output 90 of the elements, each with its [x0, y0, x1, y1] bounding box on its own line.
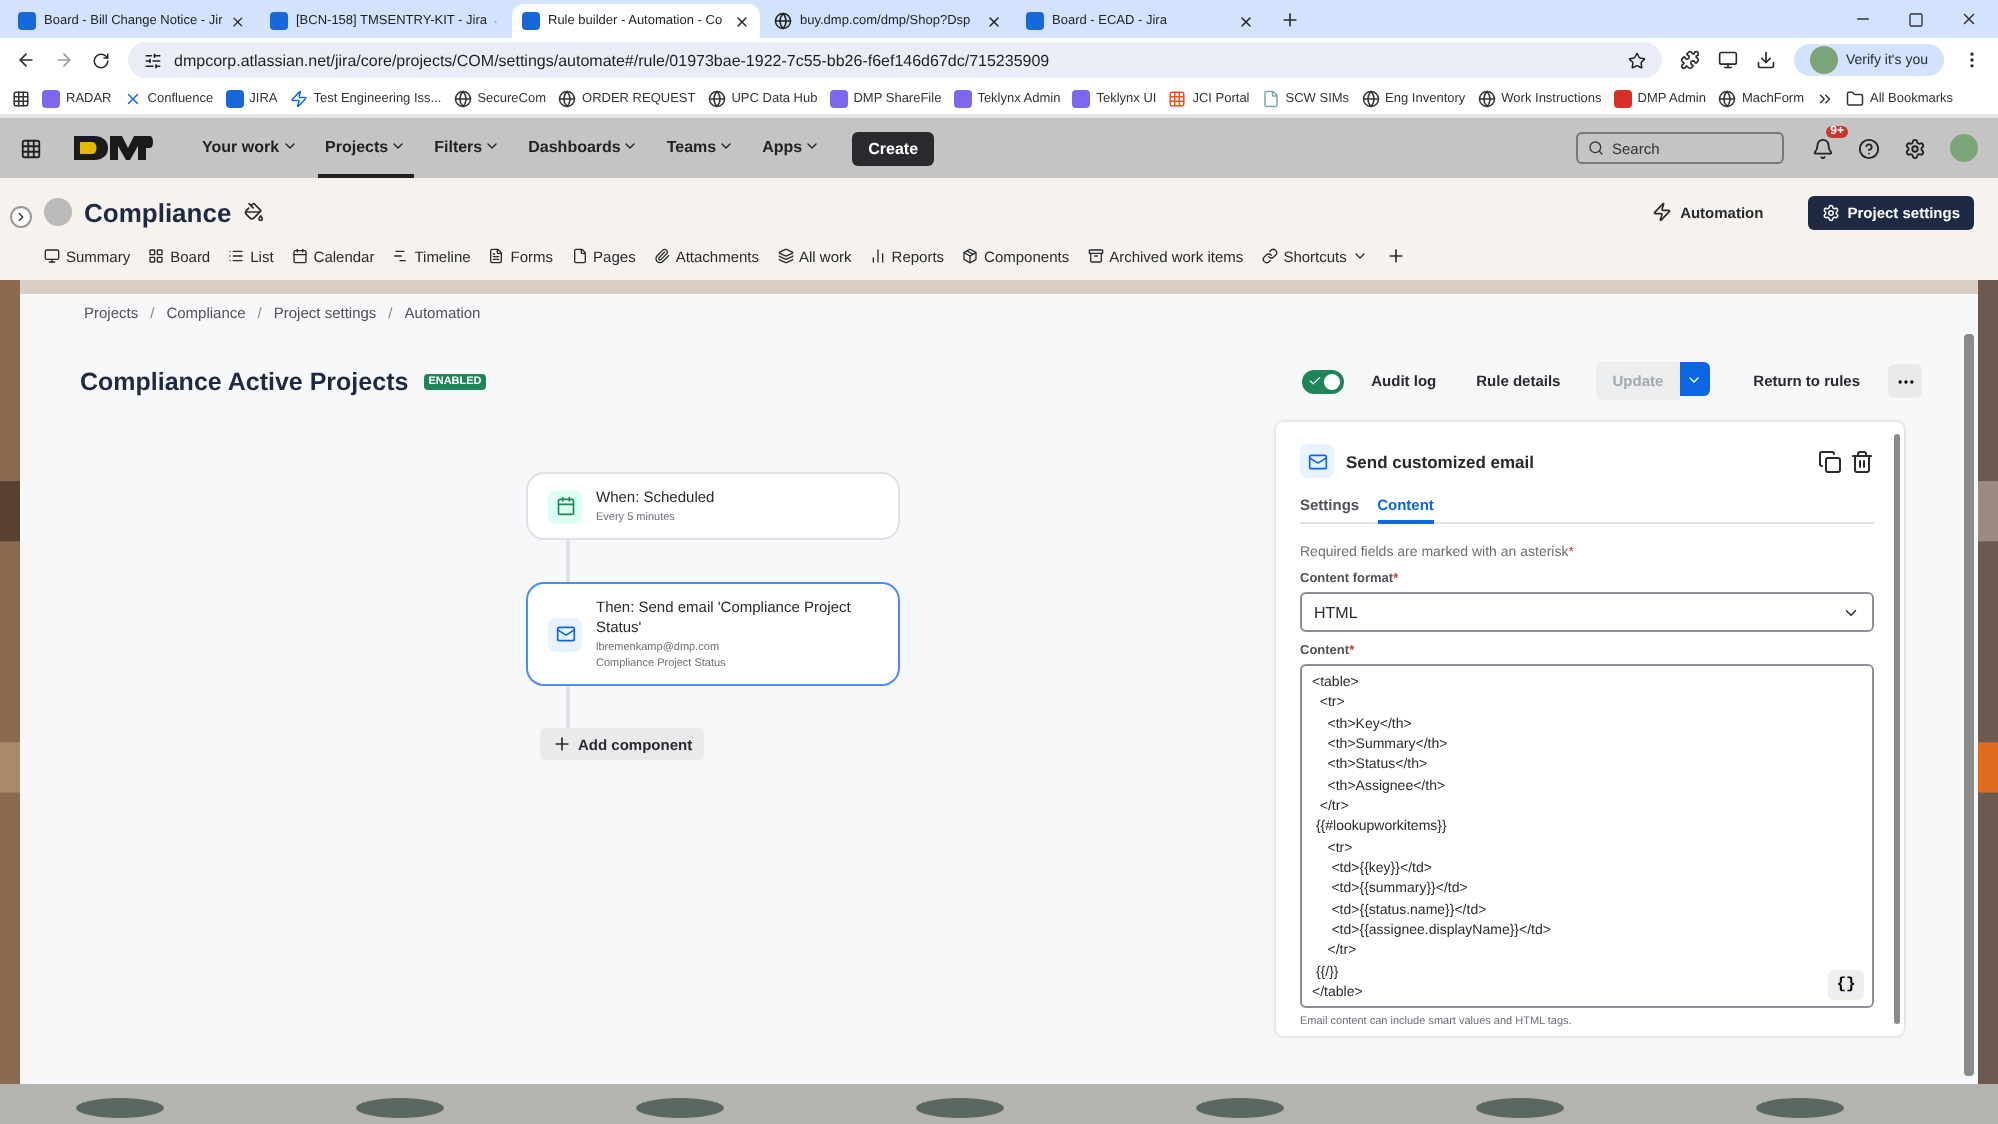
globe-icon [453, 90, 472, 109]
more-button[interactable] [1888, 364, 1922, 398]
globe-icon [1477, 90, 1496, 109]
tab-icon [869, 248, 886, 264]
close-icon[interactable] [986, 13, 1002, 29]
smart-values-button[interactable]: {} [1828, 970, 1864, 1000]
screen-icon[interactable] [1717, 50, 1738, 71]
jira-icon [270, 12, 288, 30]
document-icon [1261, 90, 1280, 109]
project-avatar [44, 198, 72, 226]
confluence-icon [123, 90, 142, 109]
settings-icon[interactable] [1904, 137, 1926, 160]
rule-title: Compliance Active Projects [80, 367, 409, 395]
tab-icon [488, 248, 505, 264]
app-icon [42, 90, 60, 109]
tab-icon [1087, 248, 1104, 264]
nav-menu[interactable]: Filters [426, 119, 509, 178]
tab-icon [44, 248, 60, 264]
lightning-icon [1652, 202, 1673, 222]
address-bar[interactable]: dmpcorp.atlassian.net/jira/core/projects/COM/settings/automate#/rule/01973bae-1922-7c55-bb26-f6ef146d67dc/715235909 [128, 42, 1662, 79]
jira-icon [18, 12, 36, 30]
site-settings-icon[interactable] [144, 51, 162, 70]
nav-menu[interactable]: Your work [194, 119, 306, 178]
tab-icon [291, 248, 308, 264]
tab-icon [1261, 248, 1278, 264]
mail-icon [555, 624, 575, 645]
app-switcher-icon[interactable] [20, 137, 42, 160]
jira-icon [522, 12, 540, 30]
logo[interactable] [70, 134, 154, 163]
close-icon[interactable] [230, 13, 246, 29]
apps-icon[interactable] [12, 90, 30, 109]
add-tab-icon[interactable] [1386, 246, 1407, 266]
duplicate-icon[interactable] [1818, 449, 1842, 473]
settings-icon [1821, 203, 1840, 221]
chevron-icon [14, 210, 28, 224]
update-options-button[interactable] [1679, 362, 1710, 396]
globe-icon [1717, 90, 1736, 109]
tab-icon [777, 248, 794, 264]
nav-menu[interactable]: Dashboards [520, 119, 647, 178]
nav-menu[interactable]: Apps [754, 119, 829, 178]
tab-icon [392, 248, 409, 264]
jira-icon [225, 90, 244, 109]
download-icon[interactable] [1755, 50, 1776, 71]
create-button[interactable]: Create [852, 131, 935, 166]
url-text: dmpcorp.atlassian.net/jira/core/projects/COM/settings/automate#/rule/01973bae-1922-7c55-bb26-f6ef146d67dc/715235909 [174, 51, 1050, 70]
content-format-select[interactable]: HTML [1300, 592, 1874, 632]
scrollbar[interactable] [1964, 334, 1974, 1076]
tab-icon [148, 248, 165, 264]
star-icon[interactable] [1627, 51, 1646, 70]
delete-icon[interactable] [1850, 449, 1874, 473]
tab-icon [653, 248, 670, 264]
paint-bucket-icon[interactable] [243, 202, 264, 222]
search-icon [1588, 140, 1604, 157]
more-bookmarks-icon[interactable] [1816, 90, 1835, 109]
folder-icon [1846, 90, 1865, 109]
expand-sidebar-button[interactable] [10, 206, 32, 228]
editor-title: Send customized email [1346, 451, 1534, 471]
jira-icon [1026, 12, 1044, 30]
mail-icon [1307, 451, 1327, 471]
back-icon[interactable] [16, 50, 36, 71]
restore-icon[interactable] [1908, 11, 1924, 27]
globe-icon [558, 90, 577, 109]
calendar-icon [555, 496, 575, 517]
scrollbar[interactable] [1893, 434, 1899, 1024]
globe-icon [1361, 90, 1380, 109]
new-tab-icon[interactable] [1280, 10, 1300, 30]
nav-menu[interactable]: Teams [658, 119, 743, 178]
help-icon[interactable] [1858, 137, 1880, 160]
close-icon[interactable] [1960, 10, 1978, 28]
check-icon [1307, 374, 1322, 388]
caret-icon [1352, 248, 1369, 264]
notifications-icon[interactable] [1812, 137, 1834, 160]
close-icon[interactable] [1238, 13, 1254, 29]
globe-icon [774, 12, 792, 30]
app-icon [1613, 90, 1632, 109]
windows-icon [1168, 90, 1187, 109]
enable-toggle[interactable] [1301, 369, 1344, 393]
project-name: Compliance [84, 197, 232, 227]
app-icon [1072, 90, 1091, 109]
reload-icon[interactable] [92, 51, 110, 70]
extensions-icon[interactable] [1679, 50, 1700, 71]
globe-icon [707, 90, 726, 109]
tab-icon [571, 248, 588, 264]
tab-icon [228, 248, 245, 264]
app-icon [829, 90, 848, 109]
tab-icon [962, 248, 979, 264]
forward-icon[interactable] [54, 50, 74, 71]
plus-icon [552, 734, 572, 755]
app-icon [953, 90, 972, 109]
close-icon[interactable] [734, 13, 750, 29]
